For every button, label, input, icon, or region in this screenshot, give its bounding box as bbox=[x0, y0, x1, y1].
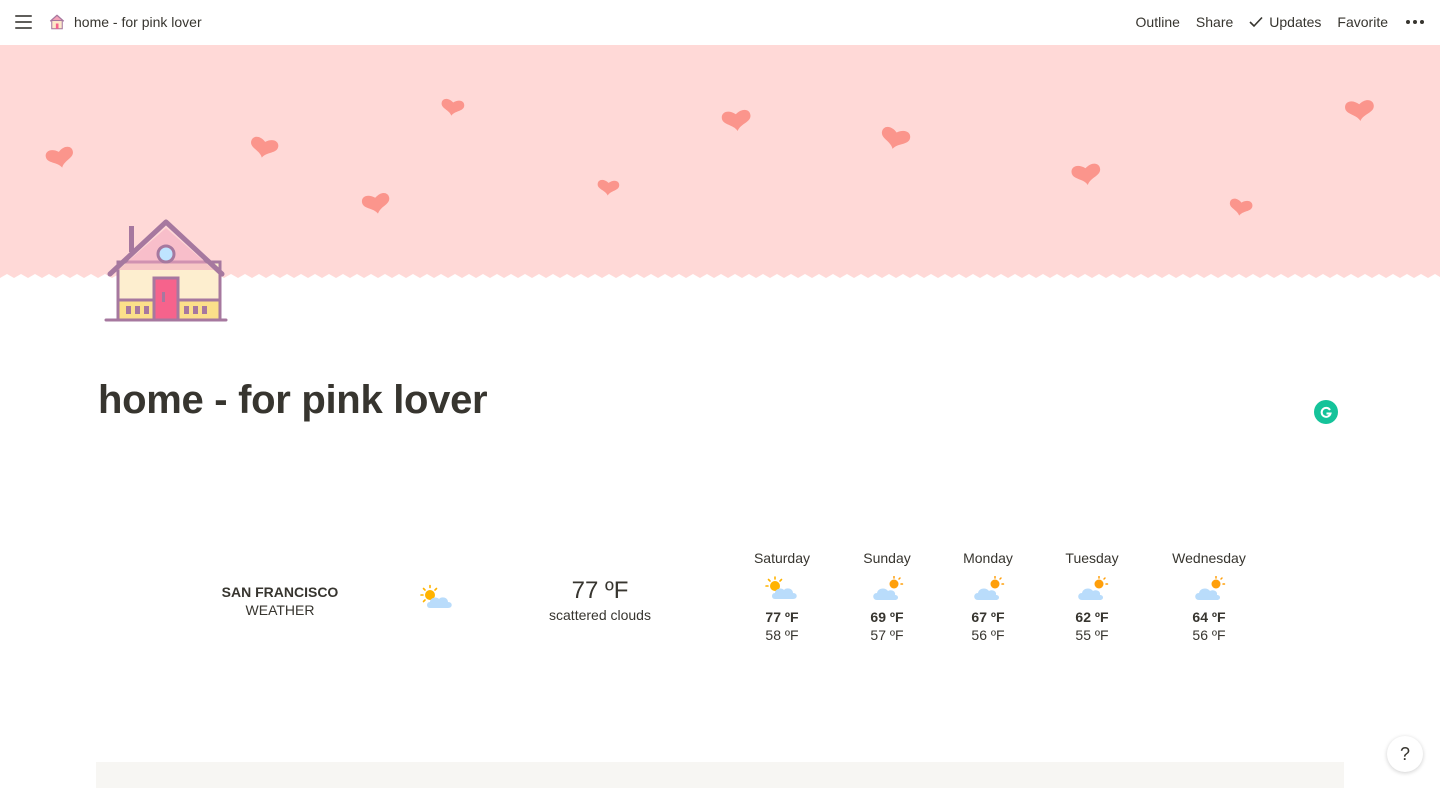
forecast-day: Monday 67 ºF 56 ºF bbox=[933, 548, 1043, 644]
forecast-high: 62 ºF bbox=[1075, 609, 1109, 625]
heart-icon bbox=[440, 98, 465, 118]
sun-behind-cloud-icon bbox=[420, 584, 452, 608]
grammarly-icon[interactable] bbox=[1314, 400, 1338, 424]
topbar: home - for pink lover Outline Share Upda… bbox=[0, 0, 1440, 45]
help-label: ? bbox=[1399, 743, 1410, 764]
heart-icon bbox=[878, 125, 912, 153]
cloud-sun-icon bbox=[873, 576, 904, 600]
forecast-low: 57 ºF bbox=[870, 627, 904, 643]
forecast-day-name: Wednesday bbox=[1172, 550, 1246, 566]
content-block[interactable] bbox=[96, 762, 1344, 788]
heart-icon bbox=[1070, 162, 1103, 187]
page-title[interactable]: home - for pink lover bbox=[98, 378, 488, 423]
updates-button[interactable]: Updates bbox=[1249, 14, 1321, 30]
weather-label: WEATHER bbox=[245, 602, 315, 618]
forecast-day-name: Sunday bbox=[863, 550, 911, 566]
heart-icon bbox=[721, 109, 752, 133]
forecast-day-name: Monday bbox=[963, 550, 1013, 566]
heart-icon bbox=[248, 135, 280, 161]
share-button[interactable]: Share bbox=[1196, 14, 1233, 30]
weather-location: SAN FRANCISCO WEATHER bbox=[200, 583, 360, 619]
forecast-day: Saturday 77 ºF 58 ºF bbox=[727, 548, 837, 644]
forecast-low: 55 ºF bbox=[1075, 627, 1109, 643]
house-icon bbox=[104, 219, 228, 322]
forecast-day: Sunday 69 ºF 57 ºF bbox=[832, 548, 942, 644]
forecast-high: 69 ºF bbox=[870, 609, 904, 625]
cloud-sun-icon bbox=[974, 576, 1005, 600]
heart-icon bbox=[1227, 197, 1254, 218]
forecast-low: 56 ºF bbox=[971, 627, 1005, 643]
favorite-button[interactable]: Favorite bbox=[1337, 14, 1388, 30]
forecast-low: 56 ºF bbox=[1192, 627, 1226, 643]
forecast-low: 58 ºF bbox=[765, 627, 799, 643]
heart-icon bbox=[596, 179, 620, 197]
heart-icon bbox=[1344, 99, 1375, 122]
forecast-high: 64 ºF bbox=[1192, 609, 1226, 625]
checkmark-icon bbox=[1249, 16, 1263, 28]
sun-behind-cloud-icon bbox=[765, 576, 797, 599]
city-name: SAN FRANCISCO bbox=[221, 584, 339, 600]
heart-icon bbox=[44, 145, 76, 171]
page-icon[interactable] bbox=[104, 218, 228, 326]
forecast-day: Wednesday 64 ºF 56 ºF bbox=[1154, 548, 1264, 644]
breadcrumb[interactable]: home - for pink lover bbox=[48, 11, 202, 33]
current-weather: 77 ºF scattered clouds bbox=[520, 576, 680, 624]
help-button[interactable]: ? bbox=[1387, 736, 1423, 772]
heart-icon bbox=[361, 192, 392, 217]
forecast-day: Tuesday 62 ºF 55 ºF bbox=[1037, 548, 1147, 644]
top-actions: Outline Share Updates Favorite bbox=[1120, 11, 1426, 33]
more-options-icon[interactable] bbox=[1404, 20, 1426, 24]
current-description: scattered clouds bbox=[549, 607, 651, 623]
forecast-day-name: Saturday bbox=[753, 550, 811, 566]
current-temperature: 77 ºF bbox=[571, 577, 629, 604]
forecast-day-name: Tuesday bbox=[1065, 550, 1119, 566]
house-icon bbox=[49, 14, 65, 30]
outline-button[interactable]: Outline bbox=[1136, 14, 1180, 30]
forecast-high: 77 ºF bbox=[765, 609, 799, 625]
breadcrumb-title: home - for pink lover bbox=[74, 14, 202, 30]
cloud-sun-icon bbox=[1078, 576, 1109, 600]
sidebar-toggle-icon[interactable] bbox=[14, 12, 34, 32]
forecast-high: 67 ºF bbox=[971, 609, 1005, 625]
cloud-sun-icon bbox=[1195, 576, 1226, 600]
